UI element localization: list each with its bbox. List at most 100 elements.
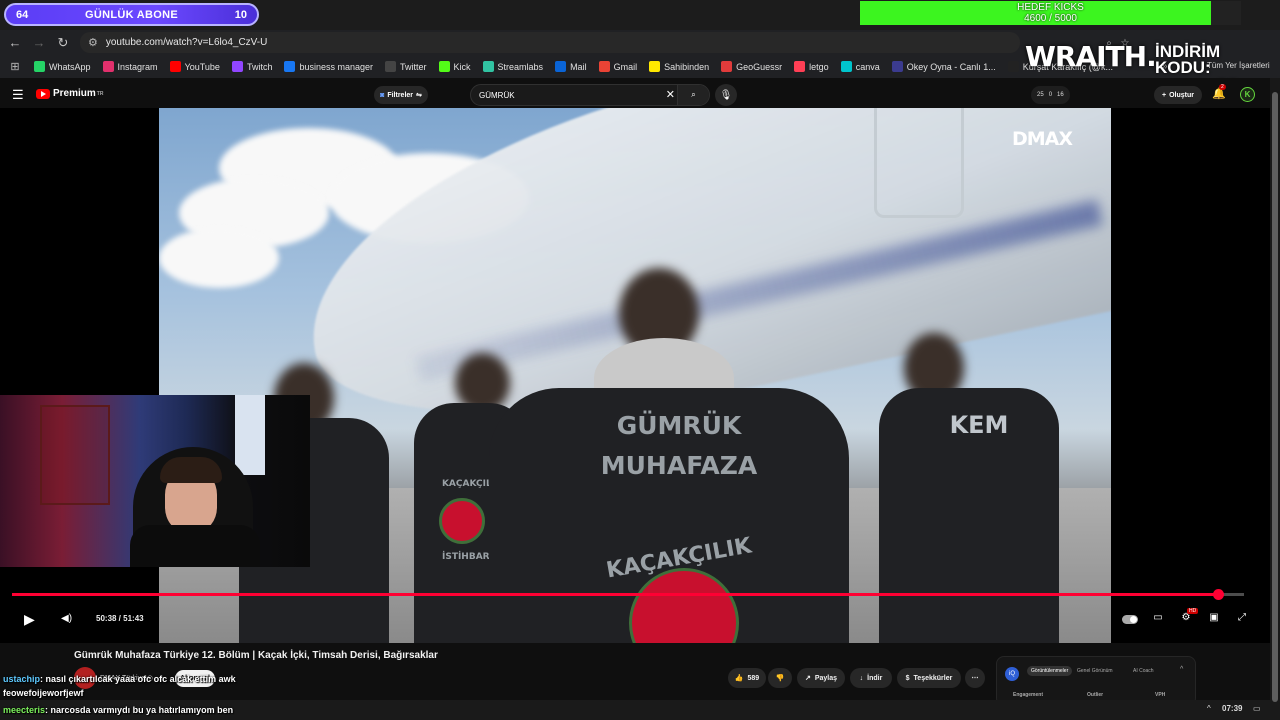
gmail-icon [598,61,610,72]
geoguessr-icon [721,61,733,72]
notifications-button[interactable]: 🔔 2 [1212,84,1226,100]
stat-value: 0 [1048,92,1053,98]
download-button[interactable]: ↓ İndir [850,668,892,688]
filter-logo-icon: ◙ [380,91,385,99]
play-icon[interactable]: ▶ [24,611,35,628]
scrollbar-thumb[interactable] [1272,92,1278,702]
like-button[interactable]: 👍 589 [728,668,766,688]
bookmark-youtube[interactable]: YouTube [169,61,220,72]
streamer-webcam [0,395,310,567]
youtube-logo[interactable]: Premium TR [36,88,103,99]
autoplay-toggle[interactable] [1122,615,1138,624]
back-arrow-icon[interactable]: ← [3,31,27,55]
cloud [159,228,279,288]
bookmark-business-manager[interactable]: business manager [284,61,373,72]
mail-icon [555,61,567,72]
download-icon: ↓ [859,674,864,682]
search-button[interactable]: ⌕ [677,85,709,105]
address-bar[interactable]: ⚙ youtube.com/watch?v=L6lo4_CzV-U [80,32,1020,53]
panel-col-outlier: Outlier [1087,692,1104,698]
daily-sub-goal: 64 GÜNLÜK ABONE 10 [4,3,259,26]
bookmark-label: canva [855,61,880,72]
fullscreen-icon[interactable]: ⤢ [1234,612,1250,626]
bookmark-kick[interactable]: Kick [438,61,471,72]
forward-arrow-icon[interactable]: → [27,31,51,55]
screen: 64 GÜNLÜK ABONE 10 HEDEF KICKS 4600 / 50… [0,0,1280,720]
hd-badge: HD [1187,608,1199,614]
panel-tab-views[interactable]: Görüntülenmeler [1027,666,1073,676]
bookmark-label: Twitter [400,61,427,72]
channel-watermark: DMAX [1012,128,1073,150]
apps-grid-icon[interactable]: ⊞ [0,60,30,73]
bookmark-gmail[interactable]: Gmail [598,61,637,72]
voice-search-button[interactable]: 🎙 [715,84,737,106]
filters-button[interactable]: ◙ Filtreler ⇋ [374,86,428,104]
bookmark-label: WhatsApp [49,61,91,72]
kicks-goal-title: HEDEF KICKS [1017,2,1084,13]
youtube-play-icon [36,88,50,99]
share-icon: ↗ [804,675,811,682]
more-actions-button[interactable]: ⋯ [965,668,985,688]
video-progress-bar[interactable] [12,589,1244,600]
chat-message: ustachip: nasıl çıkartılcak yaaa ofc ofc… [3,674,236,684]
bookmark-label: Kick [453,61,471,72]
analytics-panel: iQ Görüntülenmeler Genel Görünüm AI Coac… [996,656,1196,706]
clear-search-icon[interactable]: ✕ [666,88,675,101]
search-input[interactable] [479,90,659,100]
theater-mode-icon[interactable]: ▣ [1206,612,1222,626]
bookmark-instagram[interactable]: Instagram [102,61,158,72]
subtitles-icon[interactable]: ▭ [1150,612,1166,626]
bookmark-twitch[interactable]: Twitch [231,61,272,72]
thanks-button[interactable]: $ Teşekkürler [897,668,961,688]
bookmark-sahibinden[interactable]: Sahibinden [649,61,709,72]
bookmark-mail[interactable]: Mail [555,61,587,72]
dislike-button[interactable]: 👎 [768,668,792,688]
settings-gear-icon[interactable]: ⚙ [1178,612,1194,626]
reload-icon[interactable]: ↻ [51,31,75,55]
time-display: 50:38 / 51:43 [96,614,144,623]
bookmark-twitter[interactable]: Twitter [385,61,427,72]
site-info-icon[interactable]: ⚙ [88,36,98,49]
notification-icon[interactable]: ▭ [1253,704,1261,713]
bookmark-canva[interactable]: canva [840,61,880,72]
panel-tab-ai-coach[interactable]: AI Coach [1133,668,1154,674]
sahibinden-icon [649,61,661,72]
filters-label: Filtreler [387,91,414,99]
panel-col-vph: VPH [1155,692,1166,698]
bookmark-label: GeoGuessr [736,61,783,72]
bookmark-letgo[interactable]: letgo [794,61,829,72]
create-label: Oluştur [1169,91,1194,99]
page-scrollbar[interactable] [1270,78,1280,702]
plus-icon: + [1162,91,1167,99]
sponsor-logo: WRAITH. [1025,40,1157,73]
streamer-hair [160,457,222,483]
bookmark-streamlabs[interactable]: Streamlabs [482,61,543,72]
more-dots-icon: ⋯ [971,675,979,682]
sub-goal-current: 64 [16,8,29,21]
discount-label: İNDİRİM KODU: [1155,42,1221,77]
window [235,395,265,475]
create-button[interactable]: + Oluştur [1154,86,1202,104]
chat-text: feowefoijeworfjewf [3,688,84,698]
thumbs-down-icon: 👎 [775,675,785,682]
volume-icon[interactable]: ◀) [61,613,72,624]
stat-value: 25 [1037,92,1044,98]
bookmark-whatsapp[interactable]: WhatsApp [34,61,91,72]
share-button[interactable]: ↗ Paylaş [797,668,845,688]
video-title: Gümrük Muhafaza Türkiye 12. Bölüm | Kaça… [74,650,438,661]
extension-stats[interactable]: 25 0 16 [1031,86,1070,104]
sub-goal-target: 10 [234,8,247,21]
progress-played [12,593,1219,596]
tray-chevron-icon[interactable]: ^ [1207,704,1211,713]
account-avatar[interactable]: K [1240,87,1255,102]
panel-tab-overview[interactable]: Genel Görünüm [1077,668,1113,674]
bookmark-okey-oyna-canl-1[interactable]: Okey Oyna - Canlı 1... [891,61,996,72]
jacket-text-line2: MUHAFAZA [600,451,758,480]
bookmark-geoguessr[interactable]: GeoGuessr [721,61,782,72]
collapse-chevron-icon[interactable]: ^ [1180,666,1183,673]
thanks-icon: $ [905,674,910,682]
thanks-label: Teşekkürler [913,674,953,682]
search-bar: ✕ ⌕ [470,84,710,106]
hamburger-menu-icon[interactable]: ☰ [12,87,24,103]
kicks-goal-progress: 4600 / 5000 [1024,13,1077,24]
